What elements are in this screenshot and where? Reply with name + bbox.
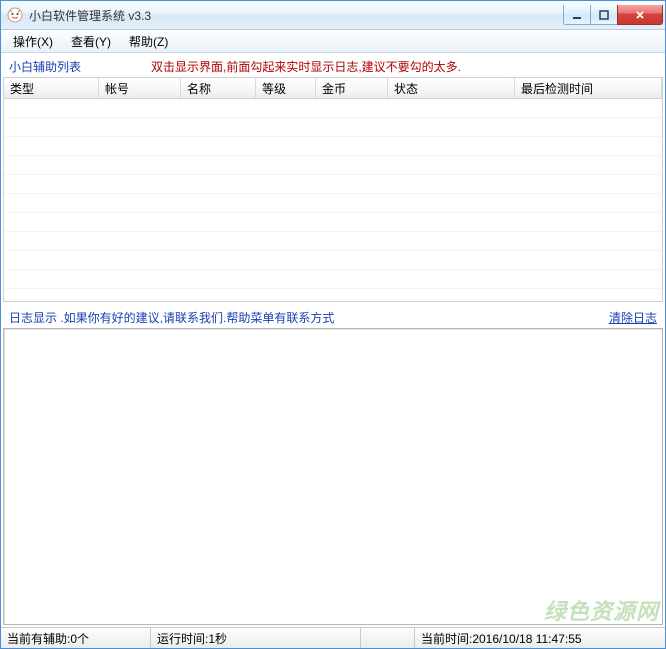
- assist-table[interactable]: 类型 帐号 名称 等级 金币 状态 最后检测时间: [3, 77, 663, 302]
- status-bar: 当前有辅助:0个 运行时间:1秒 当前时间:2016/10/18 11:47:5…: [1, 627, 665, 648]
- window-title: 小白软件管理系统 v3.3: [29, 7, 151, 24]
- menu-view[interactable]: 查看(Y): [63, 31, 119, 52]
- col-level[interactable]: 等级: [256, 78, 316, 98]
- table-body[interactable]: [4, 99, 662, 301]
- status-runtime: 运行时间:1秒: [151, 628, 361, 648]
- log-header: 日志显示 .如果你有好的建议,请联系我们.帮助菜单有联系方式 清除日志: [3, 306, 663, 328]
- status-blank: [361, 628, 415, 648]
- app-icon: [7, 7, 23, 23]
- title-bar: 小白软件管理系统 v3.3: [1, 1, 665, 30]
- list-hint: 双击显示界面,前面勾起来实时显示日志,建议不要勾的太多.: [121, 58, 657, 75]
- app-window: 小白软件管理系统 v3.3 操作(X) 查看(Y) 帮助(Z) 小白辅助列表 双…: [0, 0, 666, 649]
- table-header: 类型 帐号 名称 等级 金币 状态 最后检测时间: [4, 78, 662, 99]
- status-assist-count: 当前有辅助:0个: [1, 628, 151, 648]
- list-header: 小白辅助列表 双击显示界面,前面勾起来实时显示日志,建议不要勾的太多.: [3, 55, 663, 77]
- col-gold[interactable]: 金币: [316, 78, 388, 98]
- col-status[interactable]: 状态: [388, 78, 515, 98]
- col-account[interactable]: 帐号: [99, 78, 181, 98]
- log-textarea[interactable]: [3, 328, 663, 625]
- status-now: 当前时间:2016/10/18 11:47:55: [415, 628, 665, 648]
- col-type[interactable]: 类型: [4, 78, 99, 98]
- col-name[interactable]: 名称: [181, 78, 256, 98]
- log-label: 日志显示 .如果你有好的建议,请联系我们.帮助菜单有联系方式: [9, 309, 334, 326]
- window-controls: [564, 5, 663, 25]
- row-guides: [4, 99, 662, 301]
- minimize-button[interactable]: [563, 5, 591, 25]
- menu-help[interactable]: 帮助(Z): [121, 31, 176, 52]
- close-button[interactable]: [617, 5, 663, 25]
- client-area: 小白辅助列表 双击显示界面,前面勾起来实时显示日志,建议不要勾的太多. 类型 帐…: [1, 53, 665, 627]
- maximize-button[interactable]: [590, 5, 618, 25]
- clear-log-link[interactable]: 清除日志: [609, 309, 657, 326]
- col-lastcheck[interactable]: 最后检测时间: [515, 78, 662, 98]
- list-title: 小白辅助列表: [9, 58, 81, 75]
- menu-operate[interactable]: 操作(X): [5, 31, 61, 52]
- menu-bar: 操作(X) 查看(Y) 帮助(Z): [1, 30, 665, 53]
